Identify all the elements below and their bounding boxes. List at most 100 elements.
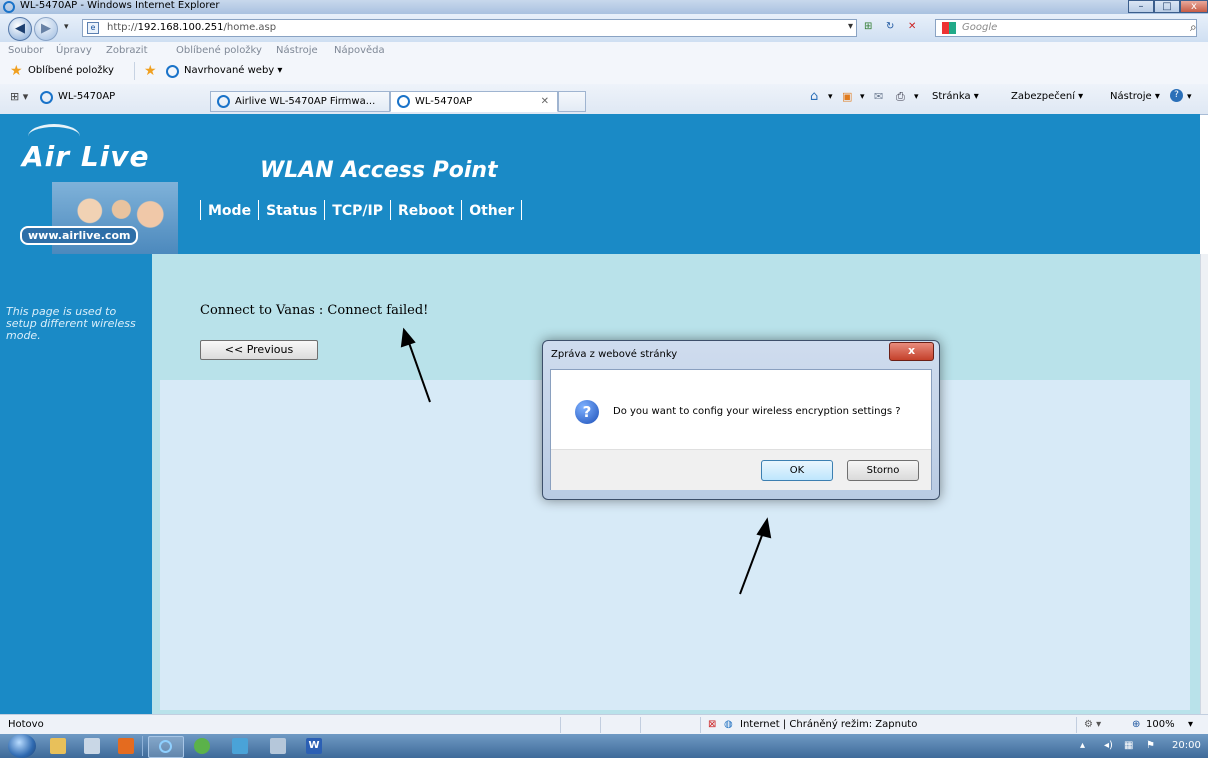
- status-divider: [560, 717, 561, 733]
- favbar-divider: [134, 62, 135, 80]
- help-icon[interactable]: ?: [1170, 89, 1183, 102]
- quick-tabs-icon[interactable]: ⊞ ▾: [10, 90, 28, 103]
- tools-menu[interactable]: Nástroje ▾: [1110, 91, 1160, 102]
- status-bar: Hotovo ⊠ ◍ Internet | Chráněný režim: Za…: [0, 714, 1208, 735]
- nav-reboot[interactable]: Reboot: [389, 200, 461, 220]
- home-dropdown-icon[interactable]: ▾: [828, 92, 833, 102]
- status-divider: [700, 717, 701, 733]
- menu-bar: Soubor Úpravy Zobrazit Oblíbené položky …: [0, 42, 1208, 61]
- volume-icon[interactable]: ◂): [1104, 740, 1113, 751]
- url-text: http://192.168.100.251/home.asp: [107, 22, 277, 33]
- zoom-icon[interactable]: ⊕: [1132, 719, 1140, 730]
- ie-icon: [166, 65, 179, 78]
- history-dropdown-icon[interactable]: ▾: [64, 22, 69, 32]
- page-title: WLAN Access Point: [260, 158, 498, 183]
- feeds-icon[interactable]: ▣: [842, 90, 852, 103]
- app-icon[interactable]: [270, 738, 286, 754]
- forward-button[interactable]: ▶: [34, 17, 58, 41]
- network-icon[interactable]: ▦: [1124, 740, 1133, 751]
- suggested-sites-button[interactable]: Navrhované weby ▾: [184, 65, 282, 76]
- ok-button[interactable]: OK: [761, 460, 833, 481]
- cancel-button[interactable]: Storno: [847, 460, 919, 481]
- page-menu[interactable]: Stránka ▾: [932, 91, 979, 102]
- favorites-bar: ★ Oblíbené položky ★ Navrhované weby ▾: [0, 60, 1208, 85]
- menu-edit[interactable]: Úpravy: [56, 45, 92, 56]
- back-button[interactable]: ◀: [8, 17, 32, 41]
- nav-status[interactable]: Status: [258, 200, 324, 220]
- address-toolbar: ◀ ▶ ▾ e http://192.168.100.251/home.asp …: [0, 14, 1208, 42]
- main-nav: Mode Status TCP/IP Reboot Other: [200, 200, 523, 222]
- new-tab-button[interactable]: [558, 91, 586, 112]
- favorites-star-icon: ★: [10, 63, 23, 79]
- connect-status-message: Connect to Vanas : Connect failed!: [200, 303, 429, 318]
- home-icon[interactable]: ⌂: [810, 89, 818, 104]
- window-title-bar: WL-5470AP - Windows Internet Explorer – …: [0, 0, 1208, 14]
- nav-other[interactable]: Other: [461, 200, 523, 220]
- tab-firmware[interactable]: Airlive WL-5470AP Firmwa...: [210, 91, 390, 112]
- maximize-button[interactable]: □: [1154, 0, 1180, 13]
- print-icon[interactable]: ⎙: [896, 90, 905, 104]
- tab-active[interactable]: WL-5470AP ✕: [390, 91, 558, 112]
- clock[interactable]: 20:00: [1172, 740, 1201, 751]
- popup-blocked-icon[interactable]: ⊠: [708, 719, 716, 730]
- desktop-icon[interactable]: [84, 738, 100, 754]
- page-scrollbar[interactable]: [1200, 254, 1208, 714]
- stop-icon[interactable]: ✕: [908, 21, 916, 32]
- privacy-icon[interactable]: ⚙ ▾: [1084, 719, 1101, 730]
- window-title: WL-5470AP - Windows Internet Explorer: [20, 0, 220, 11]
- action-center-icon[interactable]: ⚑: [1146, 740, 1155, 751]
- zoom-dropdown-icon[interactable]: ▾: [1188, 719, 1193, 730]
- taskbar-ie-button[interactable]: [148, 736, 184, 758]
- media-player-icon[interactable]: [118, 738, 134, 754]
- search-input[interactable]: Google: [935, 19, 1197, 37]
- search-provider-icon: [942, 22, 956, 34]
- ie-icon: [397, 95, 410, 108]
- security-zone-text[interactable]: Internet | Chráněný režim: Zapnuto: [740, 719, 917, 730]
- address-dropdown-icon[interactable]: ▾: [848, 21, 853, 32]
- previous-button[interactable]: << Previous: [200, 340, 318, 360]
- status-divider: [640, 717, 641, 733]
- compatibility-icon[interactable]: ⊞: [864, 21, 872, 32]
- close-window-button[interactable]: x: [1180, 0, 1208, 13]
- tray-expand-icon[interactable]: ▴: [1080, 740, 1085, 751]
- airlive-logo: Air Live: [22, 140, 150, 173]
- word-icon[interactable]: W: [306, 738, 322, 754]
- ie-icon: [159, 740, 172, 753]
- status-divider: [1076, 717, 1077, 733]
- refresh-icon[interactable]: ↻: [886, 21, 894, 32]
- menu-favorites[interactable]: Oblíbené položky: [176, 45, 262, 56]
- tab-label: WL-5470AP: [415, 96, 473, 107]
- dialog-question: Do you want to config your wireless encr…: [613, 406, 901, 417]
- security-menu[interactable]: Zabezpečení ▾: [1011, 91, 1083, 102]
- help-dropdown-icon[interactable]: ▾: [1187, 92, 1192, 102]
- print-dropdown-icon[interactable]: ▾: [914, 92, 919, 102]
- nav-tcpip[interactable]: TCP/IP: [324, 200, 390, 220]
- add-favorite-icon[interactable]: ★: [144, 63, 157, 79]
- nav-mode[interactable]: Mode: [200, 200, 258, 220]
- ie-icon: [217, 95, 230, 108]
- mail-icon[interactable]: ✉: [874, 90, 883, 103]
- start-button[interactable]: [8, 734, 36, 758]
- app-icon[interactable]: [194, 738, 210, 754]
- status-divider: [600, 717, 601, 733]
- menu-file[interactable]: Soubor: [8, 45, 43, 56]
- taskbar-divider: [142, 736, 143, 756]
- explorer-icon[interactable]: [50, 738, 66, 754]
- address-input[interactable]: e http://192.168.100.251/home.asp: [82, 19, 857, 37]
- menu-view[interactable]: Zobrazit: [106, 45, 148, 56]
- dialog-close-button[interactable]: x: [889, 342, 934, 361]
- network-app-icon[interactable]: [232, 738, 248, 754]
- menu-tools[interactable]: Nástroje: [276, 45, 318, 56]
- menu-help[interactable]: Nápověda: [334, 45, 385, 56]
- tab-list-label[interactable]: WL-5470AP: [58, 91, 115, 102]
- close-tab-icon[interactable]: ✕: [541, 92, 549, 111]
- feeds-dropdown-icon[interactable]: ▾: [860, 92, 865, 102]
- minimize-button[interactable]: –: [1128, 0, 1154, 13]
- search-icon[interactable]: ⌕: [1190, 20, 1197, 35]
- zoom-level[interactable]: 100%: [1146, 719, 1175, 730]
- message-dialog: Zpráva z webové stránky x ? Do you want …: [542, 340, 940, 500]
- favorites-button[interactable]: Oblíbené položky: [28, 65, 114, 76]
- sidebar-help-text: This page is used to setup different wir…: [6, 305, 136, 342]
- ie-icon: [40, 91, 53, 104]
- status-text: Hotovo: [8, 719, 44, 730]
